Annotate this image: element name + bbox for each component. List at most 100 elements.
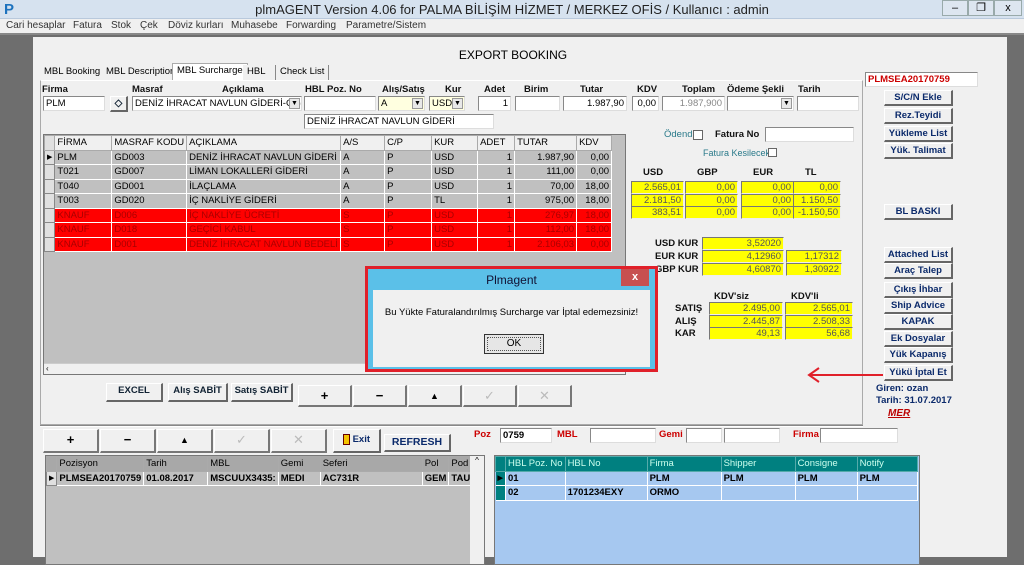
tab-mbl-surcharge[interactable]: MBL Surcharge	[172, 63, 248, 80]
firma-search-input[interactable]	[820, 428, 898, 443]
col-gemi[interactable]: Gemi	[277, 456, 321, 472]
dialog-close-button[interactable]: x	[621, 269, 649, 286]
poz-input[interactable]: 0759	[500, 428, 552, 443]
menu-forwarding[interactable]: Forwarding	[286, 20, 336, 31]
nav-edit-button[interactable]: ▲	[408, 385, 462, 407]
menu-fatura[interactable]: Fatura	[73, 20, 102, 31]
col-tutar[interactable]: TUTAR	[514, 135, 578, 151]
chevron-down-icon[interactable]: ▼	[781, 98, 792, 109]
tarih-input[interactable]	[797, 96, 859, 111]
side-button-ek-dosyalar[interactable]: Ek Dosyalar	[884, 331, 953, 347]
aciklama-input[interactable]: DENİZ İHRACAT NAVLUN GİDERİ	[304, 114, 494, 129]
col-cp[interactable]: C/P	[384, 135, 433, 151]
tutar-input[interactable]: 1.987,90	[563, 96, 627, 111]
col-shipper[interactable]: Shipper	[720, 456, 796, 472]
menu-cek[interactable]: Çek	[140, 20, 158, 31]
col-seferi[interactable]: Seferi	[319, 456, 423, 472]
menu-stok[interactable]: Stok	[111, 20, 131, 31]
col-adet[interactable]: ADET	[477, 135, 516, 151]
kdv-input[interactable]: 0,00	[632, 96, 659, 111]
hbl-poz-input[interactable]	[304, 96, 376, 111]
side-button-ship-advice[interactable]: Ship Advice	[884, 298, 953, 314]
tab-mbl-description[interactable]: MBL Description	[102, 65, 181, 80]
chevron-down-icon[interactable]: ▼	[452, 98, 463, 109]
grid-row[interactable]: T003 GD020 İÇ NAKLİYE GİDERİ A P TL 1 975,00 18,…	[43, 193, 613, 209]
grid-row[interactable]: ▶ PLM GD003 DENİZ İHRACAT NAVLUN GİDERİ A P US…	[43, 149, 613, 165]
hbl-row[interactable]: ▶ 01 PLM PLM PLM PLM	[495, 471, 918, 486]
grid-row[interactable]: T040 GD001 İLAÇLAMA A P USD 1 70,00 18,00	[43, 178, 613, 194]
minimize-button[interactable]: –	[942, 0, 968, 16]
fatura-no-input[interactable]	[765, 127, 854, 142]
tab-hbl[interactable]: HBL	[243, 65, 276, 80]
col-pol[interactable]: Pol	[421, 456, 450, 472]
col-mbl[interactable]: MBL	[207, 456, 279, 472]
col-kur[interactable]: KUR	[431, 135, 479, 151]
kur-select[interactable]: USD ▼	[429, 96, 465, 111]
exit-button[interactable]: Exit	[333, 429, 381, 453]
pos-edit-button[interactable]: ▲	[157, 429, 213, 453]
col-hbl-poz-no[interactable]: HBL Poz. No	[505, 456, 566, 472]
col-pozisyon[interactable]: Pozisyon	[56, 456, 145, 472]
side-button-s-c-n-ekle[interactable]: S/C/N Ekle	[884, 90, 953, 106]
book-lookup-icon[interactable]: ◇	[110, 96, 128, 112]
col-hbl-no[interactable]: HBL No	[564, 456, 648, 472]
firma-input[interactable]: PLM	[43, 96, 105, 111]
side-button-y-k-kapan-[interactable]: Yük Kapanış	[884, 347, 953, 363]
col-kdv[interactable]: KDV	[576, 135, 613, 151]
nav-add-button[interactable]: +	[298, 385, 352, 407]
position-grid[interactable]: Pozisyon Tarih MBL Gemi Seferi Pol Pod ▶…	[45, 455, 485, 565]
side-button-ara-talep[interactable]: Araç Talep	[884, 263, 953, 279]
col-masraf-kodu[interactable]: MASRAF KODU	[111, 135, 188, 151]
odeme-sekli-select[interactable]: ▼	[727, 96, 794, 111]
col-as[interactable]: A/S	[340, 135, 386, 151]
chevron-down-icon[interactable]: ▼	[289, 98, 300, 109]
mbl-input[interactable]	[590, 428, 656, 443]
menu-parametre-sistem[interactable]: Parametre/Sistem	[346, 20, 426, 31]
chevron-down-icon[interactable]: ▼	[412, 98, 423, 109]
side-button-kapak[interactable]: KAPAK	[884, 314, 953, 330]
adet-input[interactable]: 1	[478, 96, 511, 111]
side-button-y-k-talimat[interactable]: Yük. Talimat	[884, 143, 953, 159]
refresh-button[interactable]: REFRESH	[384, 434, 451, 452]
satis-sabit-button[interactable]: Satış SABİT	[231, 383, 293, 402]
gemi-input-1[interactable]	[686, 428, 722, 443]
gemi-input-2[interactable]	[724, 428, 780, 443]
side-button--k-i-hbar[interactable]: Çıkış İhbar	[884, 282, 953, 298]
col-consigne[interactable]: Consigne	[794, 456, 858, 472]
grid-row[interactable]: KNAUF D006 İÇ NAKLİYE ÜCRETİ S P USD 1 276,97 18…	[43, 207, 613, 223]
col-firma[interactable]: FİRMA	[54, 135, 113, 151]
hbl-row[interactable]: 02 1701234EXY ORMO	[495, 485, 918, 501]
menu-doviz-kurlari[interactable]: Döviz kurları	[168, 20, 224, 31]
grid-row[interactable]: KNAUF D001 DENİZ İHRACAT NAVLUN BEDELİ S P US…	[43, 236, 613, 252]
vertical-scrollbar[interactable]: ^	[470, 456, 484, 564]
alis-sabit-button[interactable]: Alış SABİT	[168, 383, 228, 402]
tab-check-list[interactable]: Check List	[276, 65, 330, 80]
birim-input[interactable]	[515, 96, 560, 111]
pos-add-button[interactable]: +	[43, 429, 99, 453]
restore-button[interactable]: ❐	[968, 0, 994, 16]
pozisyon-field[interactable]: PLMSEA20170759	[865, 72, 978, 87]
hbl-grid[interactable]: HBL Poz. No HBL No Firma Shipper Consign…	[494, 455, 920, 565]
close-button[interactable]: x	[994, 0, 1022, 16]
col-tarih[interactable]: Tarih	[143, 456, 209, 472]
pos-delete-button[interactable]: −	[100, 429, 156, 453]
position-row[interactable]: ▶ PLMSEA20170759 01.08.2017 MSCUUX3435: MEDI…	[45, 470, 478, 486]
side-button-attached-list[interactable]: Attached List	[884, 247, 953, 263]
side-button-y-kleme-list[interactable]: Yükleme List	[884, 126, 953, 142]
alis-satis-select[interactable]: A ▼	[378, 96, 425, 111]
ok-button[interactable]: OK	[484, 334, 544, 354]
masraf-select[interactable]: DENİZ İHRACAT NAVLUN GİDERİ-GD(▼	[132, 96, 302, 111]
col-aciklama[interactable]: AÇIKLAMA	[186, 135, 342, 151]
menu-cari-hesaplar[interactable]: Cari hesaplar	[6, 20, 65, 31]
fatura-kesilecek-checkbox[interactable]	[768, 148, 777, 157]
odendi-checkbox[interactable]	[693, 130, 703, 140]
grid-row[interactable]: KNAUF D018 GEÇİCİ KABUL S P USD 1 112,00 18,00	[43, 222, 613, 238]
excel-button[interactable]: EXCEL	[106, 383, 163, 402]
grid-row[interactable]: T021 GD007 LİMAN LOKALLERİ GİDERİ A P USD 1 111…	[43, 164, 613, 180]
col-firma[interactable]: Firma	[646, 456, 722, 472]
nav-delete-button[interactable]: −	[353, 385, 407, 407]
menu-muhasebe[interactable]: Muhasebe	[231, 20, 278, 31]
side-button-bl-baski[interactable]: BL BASKI	[884, 204, 953, 220]
side-button-rez-teyidi[interactable]: Rez.Teyidi	[884, 108, 953, 124]
col-notify[interactable]: Notify	[856, 456, 918, 472]
